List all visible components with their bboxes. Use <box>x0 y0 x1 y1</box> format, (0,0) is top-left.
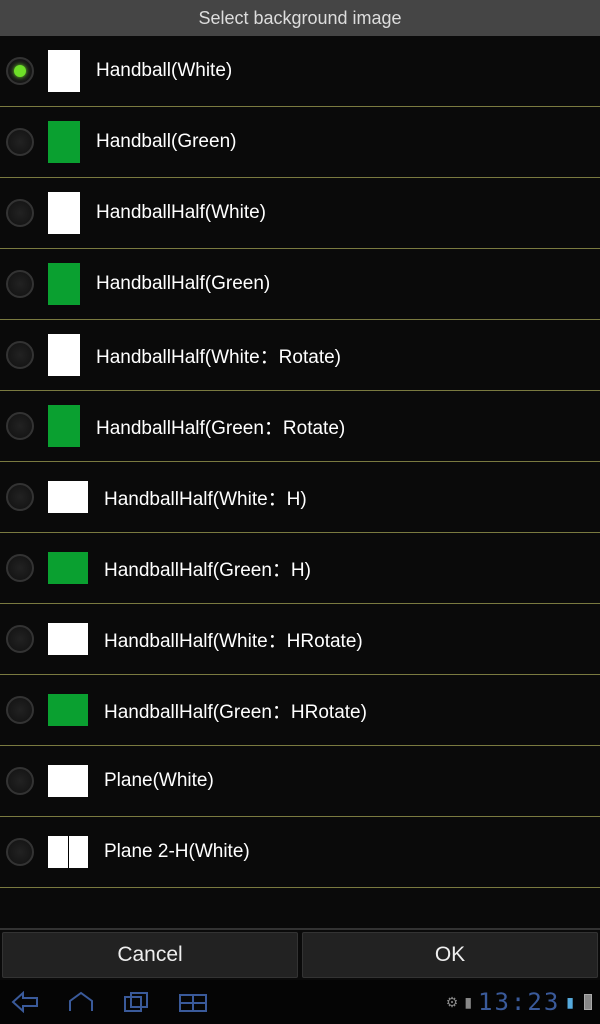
back-icon[interactable] <box>8 987 42 1017</box>
radio-button[interactable] <box>6 625 34 653</box>
item-label: Handball(White) <box>96 60 232 82</box>
item-label: HandballHalf(Green) <box>96 273 270 295</box>
ok-button[interactable]: OK <box>302 932 598 978</box>
dialog-title: Select background image <box>0 0 600 36</box>
list-item[interactable]: HandballHalf(White：HRotate) <box>0 604 600 675</box>
radio-button[interactable] <box>6 128 34 156</box>
item-label: Plane(White) <box>104 770 214 792</box>
thumbnail-icon <box>48 836 88 868</box>
item-label: Plane 2-H(White) <box>104 841 250 863</box>
radio-button[interactable] <box>6 696 34 724</box>
item-label: HandballHalf(White：Rotate) <box>96 342 341 369</box>
item-label: Handball(Green) <box>96 131 236 153</box>
flashlight-icon: ▮ <box>566 994 574 1011</box>
button-bar: Cancel OK <box>0 928 600 980</box>
thumbnail-icon <box>48 334 80 376</box>
thumbnail-icon <box>48 121 80 163</box>
navigation-bar: ⚙ ▮ 13:23 ▮ <box>0 980 600 1024</box>
list-item[interactable]: HandballHalf(White) <box>0 178 600 249</box>
status-tray[interactable]: ⚙ ▮ 13:23 ▮ <box>446 988 592 1016</box>
home-icon[interactable] <box>64 987 98 1017</box>
radio-button[interactable] <box>6 483 34 511</box>
radio-button[interactable] <box>6 199 34 227</box>
thumbnail-icon <box>48 481 88 513</box>
list-item[interactable]: HandballHalf(Green：HRotate) <box>0 675 600 746</box>
thumbnail-icon <box>48 192 80 234</box>
radio-button[interactable] <box>6 270 34 298</box>
list-item[interactable]: Handball(White) <box>0 36 600 107</box>
thumbnail-icon <box>48 694 88 726</box>
list-item[interactable]: HandballHalf(Green：Rotate) <box>0 391 600 462</box>
list-item[interactable]: HandballHalf(White：H) <box>0 462 600 533</box>
radio-button[interactable] <box>6 554 34 582</box>
item-label: HandballHalf(White：H) <box>104 484 307 511</box>
list-item[interactable]: HandballHalf(Green) <box>0 249 600 320</box>
radio-button[interactable] <box>6 412 34 440</box>
battery-icon <box>584 994 592 1010</box>
list-item[interactable]: HandballHalf(White：Rotate) <box>0 320 600 391</box>
thumbnail-icon <box>48 765 88 797</box>
thumbnail-icon <box>48 263 80 305</box>
sd-icon: ▮ <box>464 994 472 1011</box>
background-list[interactable]: Handball(White) Handball(Green) HandballHa… <box>0 36 600 928</box>
debug-icon: ⚙ <box>446 994 459 1011</box>
list-item[interactable]: Handball(Green) <box>0 107 600 178</box>
item-label: HandballHalf(White) <box>96 202 266 224</box>
recent-apps-icon[interactable] <box>120 987 154 1017</box>
radio-button[interactable] <box>6 341 34 369</box>
cancel-button[interactable]: Cancel <box>2 932 298 978</box>
radio-button[interactable] <box>6 767 34 795</box>
radio-button[interactable] <box>6 57 34 85</box>
item-label: HandballHalf(Green：Rotate) <box>96 413 345 440</box>
item-label: HandballHalf(White：HRotate) <box>104 626 363 653</box>
list-item[interactable]: HandballHalf(Green：H) <box>0 533 600 604</box>
thumbnail-icon <box>48 50 80 92</box>
screenshot-icon[interactable] <box>176 987 210 1017</box>
radio-button[interactable] <box>6 838 34 866</box>
clock: 13:23 <box>478 988 560 1016</box>
item-label: HandballHalf(Green：HRotate) <box>104 697 367 724</box>
list-item[interactable]: Plane(White) <box>0 746 600 817</box>
thumbnail-icon <box>48 405 80 447</box>
item-label: HandballHalf(Green：H) <box>104 555 311 582</box>
thumbnail-icon <box>48 552 88 584</box>
thumbnail-icon <box>48 623 88 655</box>
list-item[interactable]: Plane 2-H(White) <box>0 817 600 888</box>
